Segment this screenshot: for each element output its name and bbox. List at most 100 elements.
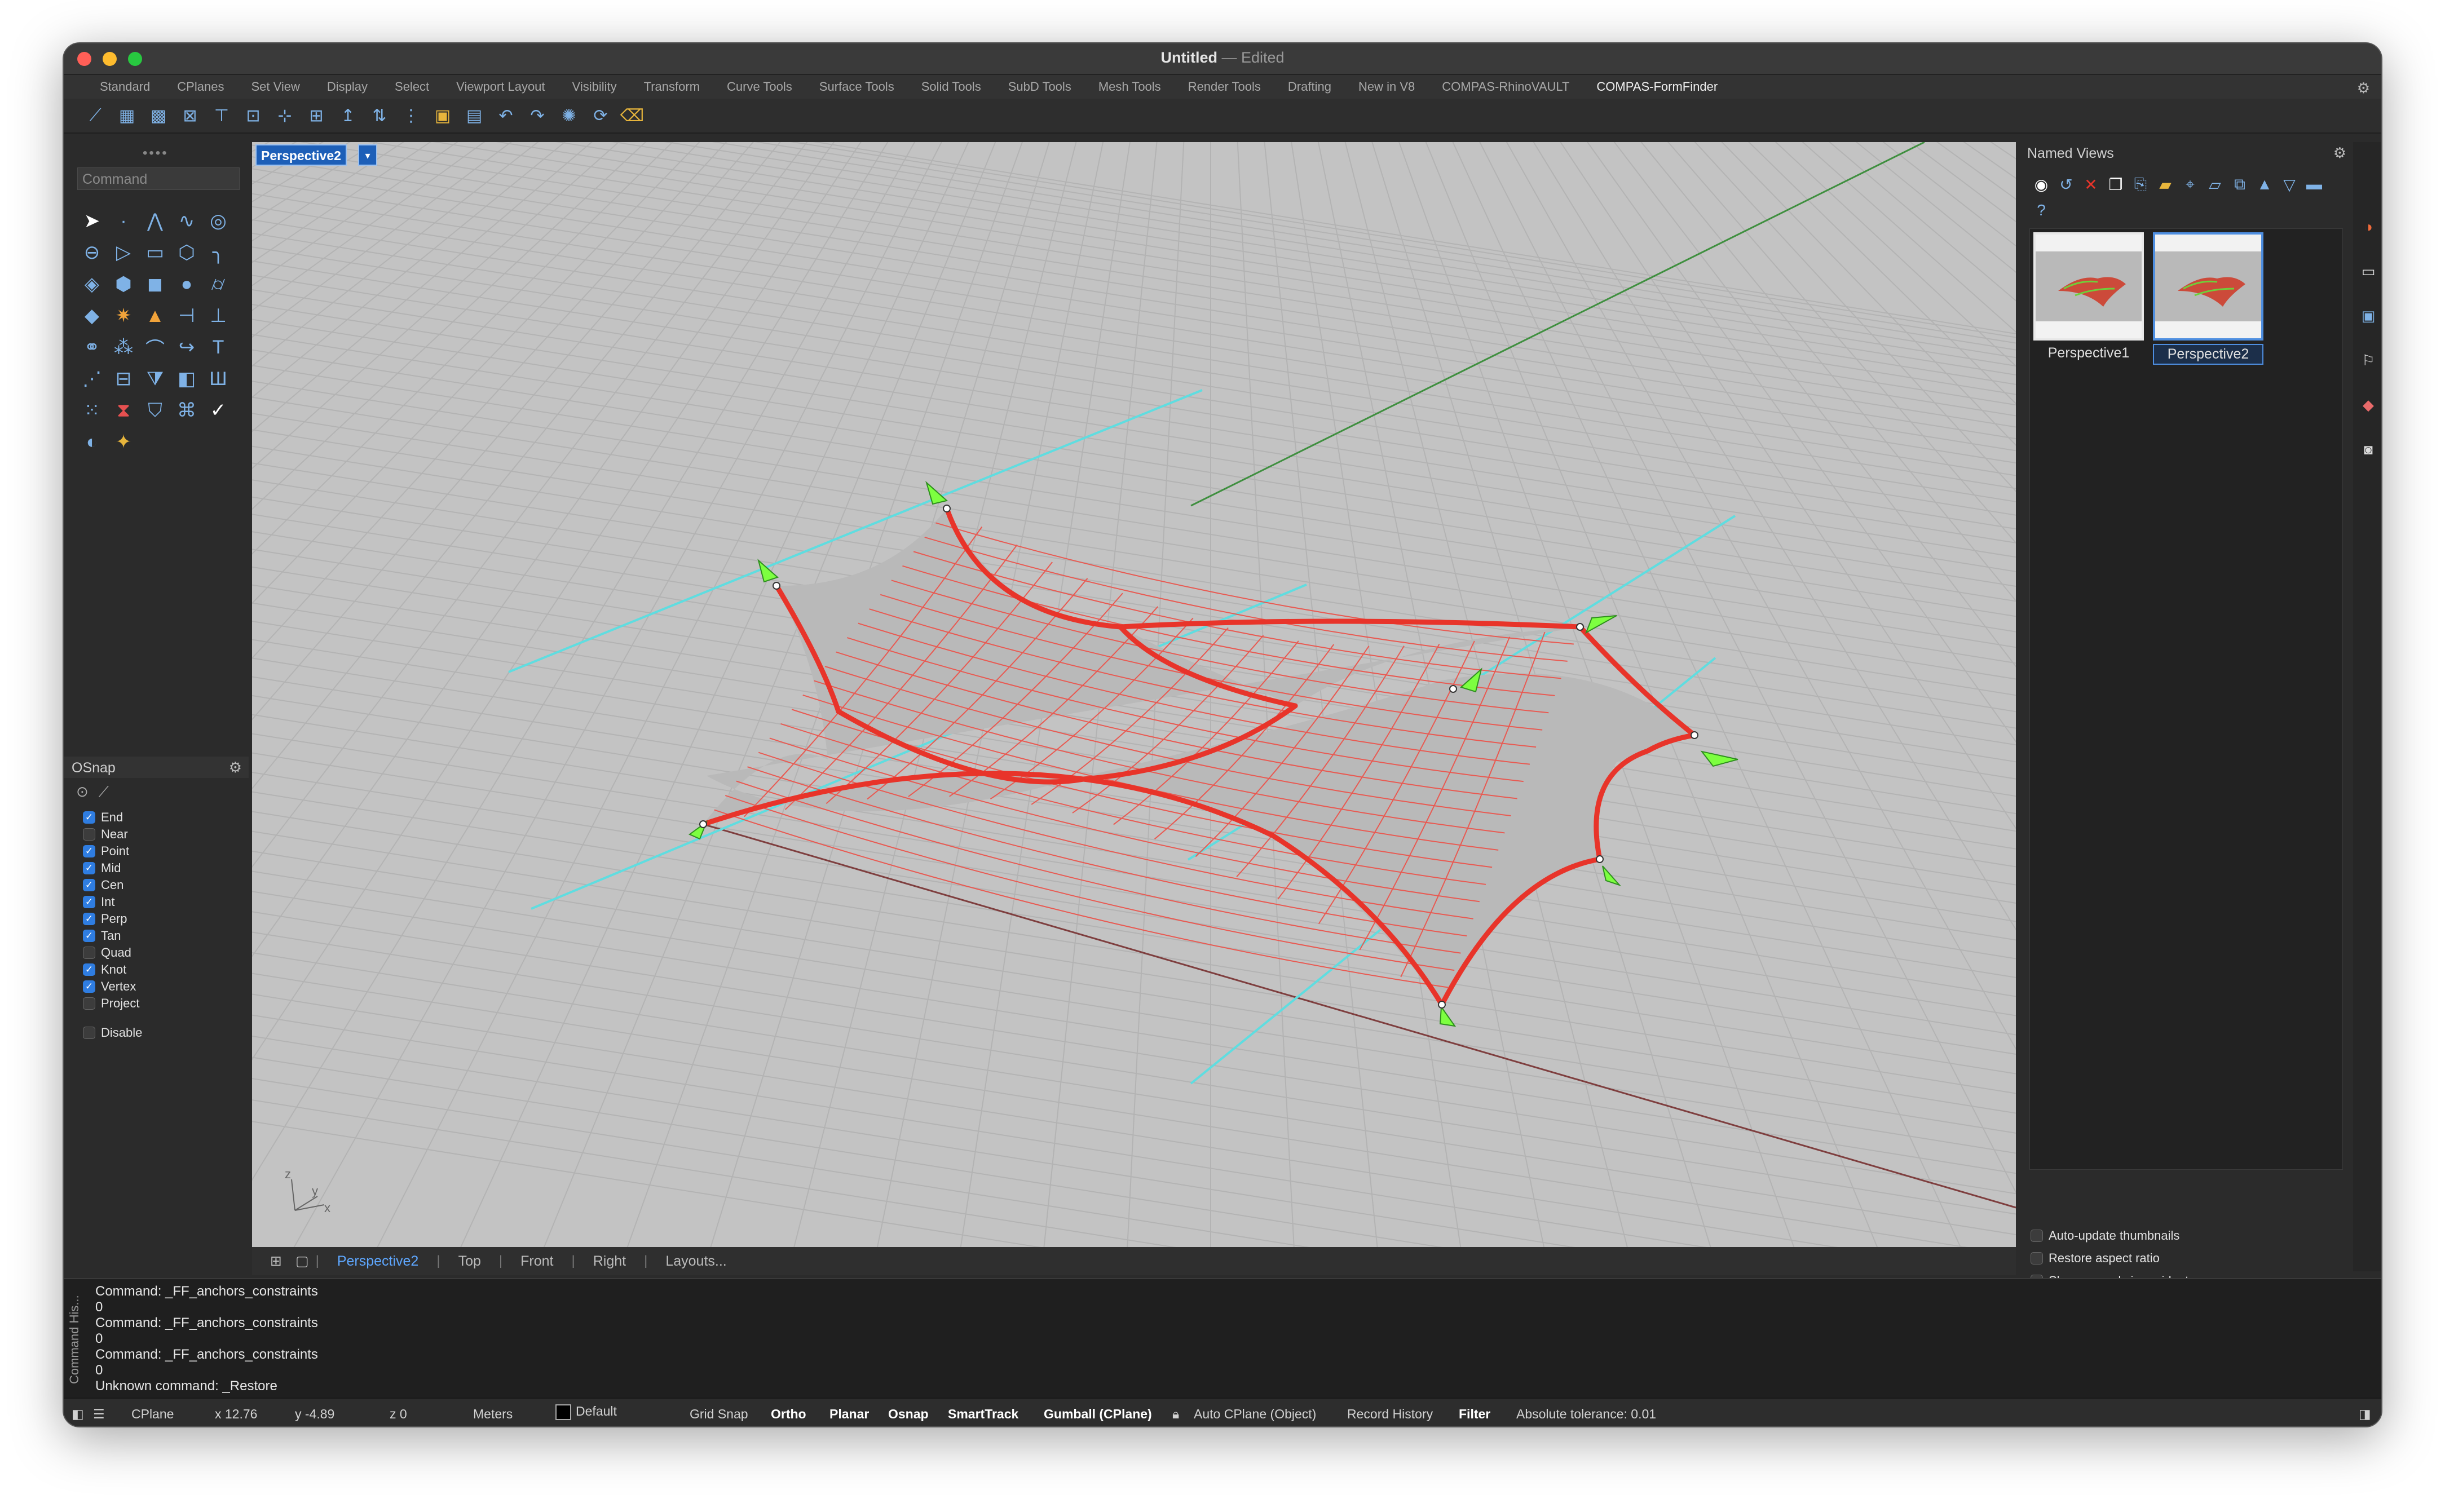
mesh-grid-tool-icon[interactable]: ▩ xyxy=(144,101,173,130)
perspective-viewport[interactable]: z y x Perspective2 ▾ xyxy=(252,142,2016,1247)
layers-panel-icon[interactable]: ⚐ xyxy=(2362,352,2375,369)
dimension-icon[interactable]: Ш xyxy=(202,363,234,395)
checkbox-box[interactable] xyxy=(83,997,95,1010)
osnap-cen-checkbox[interactable]: ✓ Cen xyxy=(83,877,142,894)
checkbox-box[interactable] xyxy=(83,1027,95,1039)
save-view-camera-icon[interactable]: ◉ xyxy=(2031,173,2052,196)
osnap-point-checkbox[interactable]: ✓ Point xyxy=(83,843,142,860)
toolbar-tab-select[interactable]: Select xyxy=(381,75,443,99)
select-view-icon[interactable]: ⌖ xyxy=(2179,173,2201,196)
view-thumbnail-image[interactable] xyxy=(2033,232,2144,341)
delete-view-icon[interactable]: ✕ xyxy=(2080,173,2102,196)
record-history-toggle[interactable]: Record History xyxy=(1347,1407,1433,1422)
refresh-icon[interactable]: ⟳ xyxy=(586,101,615,130)
cylinder-icon[interactable]: ⌭ xyxy=(202,268,234,300)
viewport-title[interactable]: Perspective2 xyxy=(255,144,347,166)
command-input[interactable]: Command xyxy=(77,167,240,190)
ellipse-icon[interactable]: ⊖ xyxy=(76,237,108,268)
auto-cplane-toggle[interactable]: Auto CPlane (Object) xyxy=(1194,1407,1316,1422)
checkbox-box[interactable] xyxy=(2031,1252,2043,1265)
named-views-camera-icon[interactable]: ◙ xyxy=(2364,441,2373,458)
lock-icon[interactable]: 🔒︎ xyxy=(1172,1407,1179,1422)
checkbox-box[interactable]: ✓ xyxy=(83,845,95,857)
panel-toggle-icon[interactable]: ◧ xyxy=(72,1407,84,1422)
osnap-near-checkbox[interactable]: Near xyxy=(83,826,142,843)
gear-icon[interactable]: ⚙ xyxy=(2333,144,2346,162)
materials-panel-icon[interactable]: ◆ xyxy=(2363,396,2374,414)
checkbox-box[interactable]: ✓ xyxy=(83,963,95,976)
single-view-layout-icon[interactable]: ▢ xyxy=(289,1253,316,1270)
osnap-quad-checkbox[interactable]: Quad xyxy=(83,944,142,961)
named-view-thumbnail[interactable]: Perspective2 xyxy=(2153,232,2263,365)
osnap-project-checkbox[interactable]: Project xyxy=(83,995,142,1012)
undo-icon[interactable]: ↶ xyxy=(491,101,520,130)
osnap-vertex-checkbox[interactable]: ✓ Vertex xyxy=(83,978,142,995)
toolbar-tab-mesh-tools[interactable]: Mesh Tools xyxy=(1085,75,1175,99)
osnap-mid-checkbox[interactable]: ✓ Mid xyxy=(83,860,142,877)
toolbar-tab-solid-tools[interactable]: Solid Tools xyxy=(908,75,995,99)
sphere-group-icon[interactable]: ● xyxy=(171,268,202,300)
split-icon[interactable]: ⊣ xyxy=(171,300,202,331)
paste-view-icon[interactable]: ⎘ xyxy=(2130,173,2151,196)
form-finder-tool-icon[interactable]: ⟋ xyxy=(81,101,110,130)
checkbox-box[interactable]: ✓ xyxy=(83,879,95,891)
arc-tool-icon[interactable]: ⌒ xyxy=(139,331,171,363)
properties-panel-icon[interactable]: ▣ xyxy=(2362,307,2376,325)
gear-icon[interactable]: ⚙ xyxy=(2357,79,2370,97)
view-thumbnail-label[interactable]: Perspective2 xyxy=(2153,344,2263,365)
current-layer[interactable]: Default xyxy=(555,1404,617,1420)
checkbox-box[interactable]: ✓ xyxy=(83,862,95,874)
select-frame-tool-icon[interactable]: ⊠ xyxy=(175,101,205,130)
units-label[interactable]: Meters xyxy=(473,1407,513,1422)
toolbar-tab-surface-tools[interactable]: Surface Tools xyxy=(806,75,908,99)
planar-toggle[interactable]: Planar xyxy=(829,1407,869,1422)
clear-brush-icon[interactable]: ⌫ xyxy=(617,101,647,130)
toolbar-tab-display[interactable]: Display xyxy=(314,75,381,99)
gear-icon[interactable]: ⚙ xyxy=(229,759,242,776)
gumball-toggle[interactable]: Gumball (CPlane) xyxy=(1044,1407,1152,1422)
grid-dots-icon[interactable]: ⁙ xyxy=(76,395,108,426)
four-view-layout-icon[interactable]: ⊞ xyxy=(263,1253,289,1270)
display-panel-icon[interactable]: ▭ xyxy=(2362,263,2376,280)
viewport-tab-layouts-[interactable]: Layouts... xyxy=(647,1253,744,1270)
extrude-icon[interactable]: ⬢ xyxy=(108,268,139,300)
explode-icon[interactable]: ✷ xyxy=(108,300,139,331)
settings-tool-icon[interactable]: ✺ xyxy=(554,101,584,130)
toolbar-tab-set-view[interactable]: Set View xyxy=(237,75,313,99)
expand-panel-icon[interactable]: ◨ xyxy=(2359,1407,2371,1422)
osnap-toggle[interactable]: Osnap xyxy=(888,1407,929,1422)
toolbar-tab-visibility[interactable]: Visibility xyxy=(559,75,630,99)
split-tool-icon[interactable]: ⇅ xyxy=(365,101,394,130)
offset-icon[interactable]: ↪ xyxy=(171,331,202,363)
toolbar-tab-standard[interactable]: Standard xyxy=(86,75,164,99)
filter-toggle[interactable]: Filter xyxy=(1459,1407,1490,1422)
polyline-icon[interactable]: ⋀ xyxy=(139,205,171,237)
cplane-view-icon[interactable]: ⏥ xyxy=(2204,173,2226,196)
list-icon[interactable]: ☰ xyxy=(93,1407,105,1422)
rectangle-icon[interactable]: ▭ xyxy=(139,237,171,268)
restore-view-icon[interactable]: ↺ xyxy=(2055,173,2077,196)
grid-snap-toggle[interactable]: Grid Snap xyxy=(690,1407,748,1422)
viewport-tab-front[interactable]: Front xyxy=(502,1253,571,1270)
panel-grip[interactable]: •••• xyxy=(143,145,169,161)
toolbar-tab-compas-rhinovault[interactable]: COMPAS-RhinoVAULT xyxy=(1428,75,1583,99)
group-icon[interactable]: ⁂ xyxy=(108,331,139,363)
smarttrack-toggle[interactable]: SmartTrack xyxy=(948,1407,1018,1422)
mesh-edit-icon[interactable]: ◆ xyxy=(76,300,108,331)
edge-tool-icon[interactable]: ⊞ xyxy=(302,101,331,130)
solid-icon[interactable]: ◧ xyxy=(171,363,202,395)
checkbox-box[interactable] xyxy=(2031,1230,2043,1242)
checkbox-box[interactable] xyxy=(83,828,95,841)
anchor-tool-icon[interactable]: ⊤ xyxy=(207,101,236,130)
toolbar-tab-viewport-layout[interactable]: Viewport Layout xyxy=(443,75,558,99)
toolbar-tab-compas-formfinder[interactable]: COMPAS-FormFinder xyxy=(1583,75,1731,99)
named-view-thumbnail[interactable]: Perspective1 xyxy=(2033,232,2144,362)
snap-filter-icon[interactable]: ⟋ xyxy=(99,783,109,801)
osnap-disable-checkbox[interactable]: Disable xyxy=(83,1024,142,1041)
checkbox-box[interactable]: ✓ xyxy=(83,811,95,824)
move-down-icon[interactable]: ▽ xyxy=(2279,173,2300,196)
polygon-icon[interactable]: ⬡ xyxy=(171,237,202,268)
move-tool-icon[interactable]: ↥ xyxy=(333,101,363,130)
shield-icon[interactable]: ⛉ xyxy=(139,395,171,426)
redo-icon[interactable]: ↷ xyxy=(523,101,552,130)
